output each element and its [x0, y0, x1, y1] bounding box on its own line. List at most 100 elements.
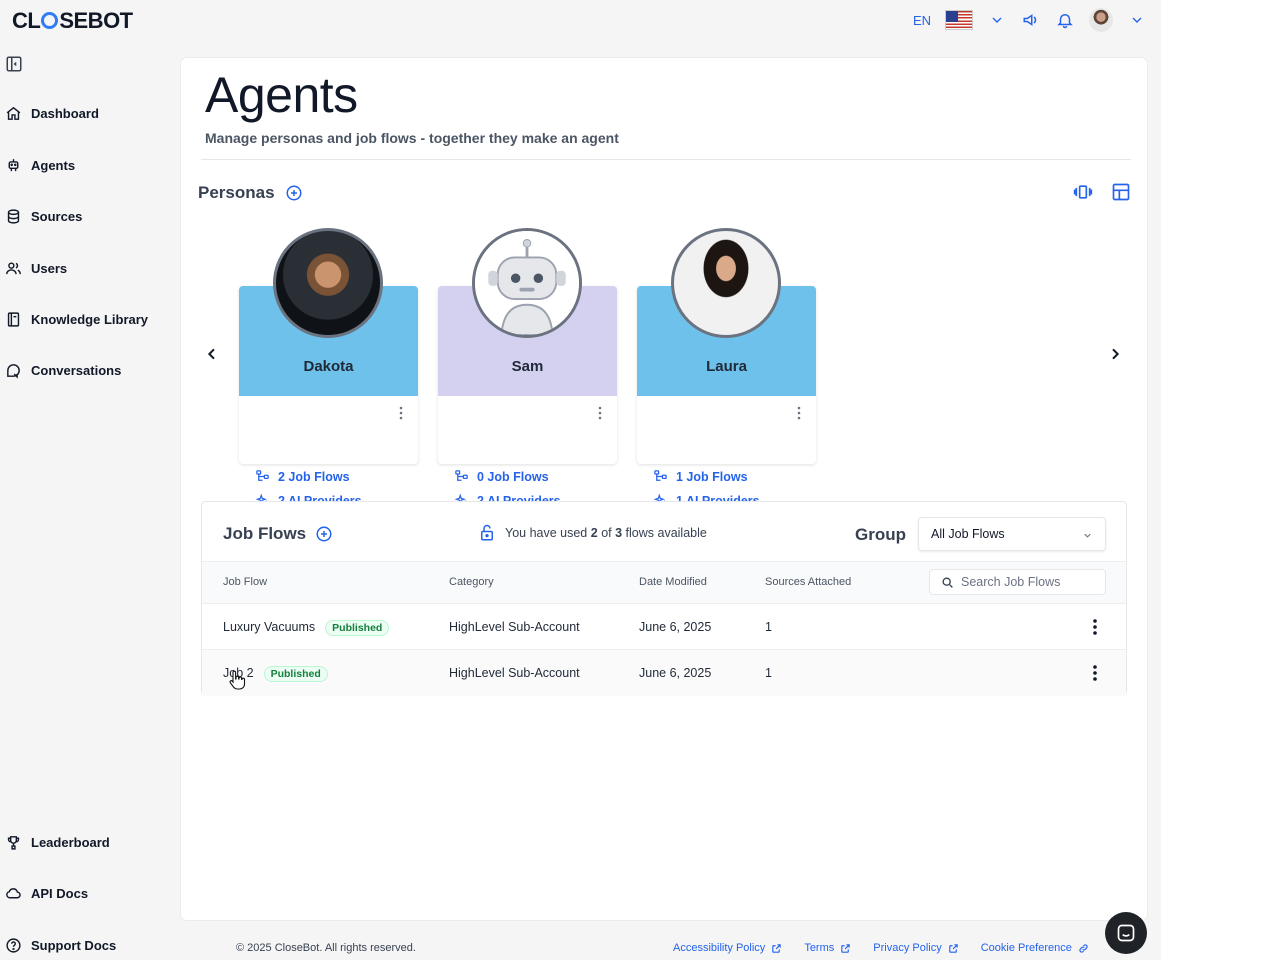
job-flows-panel: Job Flows You have used 2 of 3 flows ava…: [201, 501, 1127, 696]
add-job-flow-icon[interactable]: [315, 525, 333, 543]
sidebar-item-support-docs[interactable]: Support Docs: [0, 932, 116, 958]
table-row[interactable]: Job 2 Published HighLevel Sub-Account Jun…: [202, 650, 1126, 696]
status-badge: Published: [263, 666, 328, 682]
sidebar-item-label: Sources: [31, 208, 83, 224]
persona-job-flows[interactable]: 2 Job Flows: [255, 469, 350, 484]
persona-menu-icon[interactable]: [398, 406, 404, 420]
category-cell: HighLevel Sub-Account: [449, 666, 580, 680]
sidebar-item-leaderboard[interactable]: Leaderboard: [0, 829, 110, 855]
carousel-view-icon[interactable]: [1073, 182, 1093, 202]
app-shell: CL SEBOT EN Dashboard Agents Sources Use…: [0, 0, 1161, 960]
persona-card-laura[interactable]: Laura 1 Job Flows 1 AI Providers: [637, 228, 816, 508]
chat-bubble-icon: [1117, 924, 1135, 942]
megaphone-icon[interactable]: [1021, 10, 1041, 30]
main-content: Agents Manage personas and job flows - t…: [181, 58, 1147, 920]
personas-title: Personas: [198, 183, 275, 202]
language-code[interactable]: EN: [913, 13, 931, 28]
date-modified-cell: June 6, 2025: [639, 620, 712, 634]
sidebar-item-label: API Docs: [31, 885, 89, 901]
persona-name: Laura: [706, 358, 747, 375]
support-chat-button[interactable]: [1105, 912, 1147, 954]
logo-text-end: SEBOT: [59, 8, 133, 33]
logo-text-start: CL: [12, 8, 41, 33]
link-icon: [1079, 943, 1088, 953]
persona-menu-icon[interactable]: [796, 406, 802, 420]
persona-avatar-robot-icon: [472, 228, 582, 338]
persona-name: Sam: [511, 358, 544, 375]
column-header-job-flow[interactable]: Job Flow: [223, 576, 267, 588]
closebot-logo[interactable]: CL SEBOT: [12, 8, 133, 34]
users-icon: [6, 261, 21, 274]
accessibility-policy-link[interactable]: Accessibility Policy: [673, 942, 782, 954]
chevron-down-icon[interactable]: [987, 10, 1007, 30]
privacy-policy-link[interactable]: Privacy Policy: [873, 942, 958, 954]
column-header-date-modified[interactable]: Date Modified: [639, 576, 707, 588]
sidebar-item-label: Agents: [31, 157, 76, 173]
group-label: Group: [855, 525, 906, 544]
persona-avatar: [273, 228, 383, 338]
date-modified-cell: June 6, 2025: [639, 666, 712, 680]
flow-icon: [455, 470, 468, 481]
sidebar-item-label: Support Docs: [31, 937, 117, 953]
persona-job-flows[interactable]: 0 Job Flows: [454, 469, 549, 484]
search-icon: [942, 577, 953, 588]
sidebar-collapse-icon[interactable]: [5, 55, 23, 73]
book-icon: [7, 311, 20, 327]
carousel-prev-icon[interactable]: [204, 346, 220, 362]
sidebar-item-sources[interactable]: Sources: [0, 203, 82, 229]
group-select[interactable]: All Job Flows: [918, 517, 1106, 551]
flow-icon: [256, 470, 269, 481]
bell-icon[interactable]: [1055, 10, 1075, 30]
add-persona-icon[interactable]: [285, 184, 303, 202]
hand-cursor-icon: [229, 670, 246, 690]
footer-links: Accessibility Policy Terms Privacy Polic…: [673, 942, 1089, 954]
cookie-preference-link[interactable]: Cookie Preference: [981, 942, 1089, 954]
logo-o-mark: [41, 12, 59, 29]
terms-link[interactable]: Terms: [804, 942, 851, 954]
row-menu-icon[interactable]: [1092, 664, 1098, 682]
us-flag-icon[interactable]: [945, 10, 973, 30]
grid-view-icon[interactable]: [1111, 182, 1131, 202]
group-selected-value: All Job Flows: [931, 527, 1005, 541]
account-chevron-down-icon[interactable]: [1127, 10, 1147, 30]
sidebar-item-api-docs[interactable]: API Docs: [0, 880, 88, 906]
table-row[interactable]: Luxury Vacuums Published HighLevel Sub-Ac…: [202, 604, 1126, 650]
external-link-icon: [772, 943, 782, 953]
category-cell: HighLevel Sub-Account: [449, 620, 580, 634]
unlock-icon: [481, 524, 493, 541]
personas-heading: Personas: [198, 183, 303, 203]
chat-icon: [7, 363, 20, 379]
home-icon: [6, 106, 21, 120]
row-menu-icon[interactable]: [1092, 618, 1098, 636]
search-job-flows-input[interactable]: Search Job Flows: [929, 569, 1106, 595]
column-header-sources-attached[interactable]: Sources Attached: [765, 576, 851, 588]
persona-menu-icon[interactable]: [597, 406, 603, 420]
sidebar-item-agents[interactable]: Agents: [0, 152, 75, 178]
sidebar-item-dashboard[interactable]: Dashboard: [0, 100, 99, 126]
persona-card-sam[interactable]: Sam 0 Job Flows 2 AI Providers: [438, 228, 617, 508]
robot-icon: [8, 158, 19, 171]
view-toggle: [1073, 182, 1131, 202]
job-flow-name-cell[interactable]: Luxury Vacuums Published: [223, 620, 390, 636]
sidebar-item-label: Leaderboard: [31, 834, 110, 850]
carousel-next-icon[interactable]: [1107, 346, 1123, 362]
job-flows-heading: Job Flows: [223, 524, 333, 544]
copyright-text: © 2025 CloseBot. All rights reserved.: [236, 942, 416, 954]
chevron-down-icon: [1084, 533, 1091, 538]
sidebar-item-knowledge-library[interactable]: Knowledge Library: [0, 306, 148, 332]
persona-avatar: [671, 228, 781, 338]
column-header-category[interactable]: Category: [449, 576, 494, 588]
sidebar-item-conversations[interactable]: Conversations: [0, 357, 121, 383]
persona-job-flows[interactable]: 1 Job Flows: [653, 469, 748, 484]
page-margin: [1161, 0, 1280, 960]
user-avatar[interactable]: [1089, 8, 1113, 32]
sidebar-item-label: Users: [31, 260, 68, 276]
sidebar-item-label: Dashboard: [31, 105, 99, 121]
persona-name: Dakota: [303, 358, 354, 375]
sidebar-item-label: Knowledge Library: [31, 311, 149, 327]
header-actions: EN: [913, 6, 1147, 34]
persona-card-dakota[interactable]: Dakota 2 Job Flows 2 AI Providers: [239, 228, 418, 508]
sidebar-item-users[interactable]: Users: [0, 255, 67, 281]
trophy-icon: [7, 835, 20, 850]
page-title: Agents: [205, 67, 358, 123]
